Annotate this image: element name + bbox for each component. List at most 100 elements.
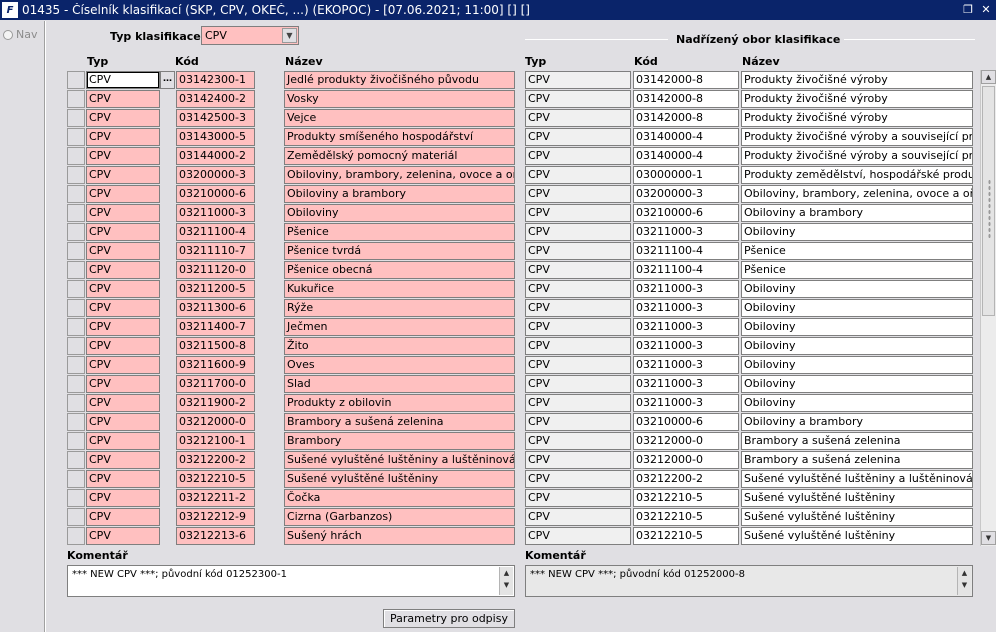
cell-nazev[interactable]: Obiloviny, brambory, zelenina, ovoce a o… <box>284 166 515 184</box>
table-row[interactable]: CPV 03144000-2 Zemědělský pomocný materiál… <box>0 147 996 166</box>
scroll-up-icon[interactable]: ▲ <box>981 70 996 84</box>
cell-typ[interactable]: CPV <box>86 337 160 355</box>
cell-kod[interactable]: 03211110-7 <box>176 242 255 260</box>
cell-kod[interactable]: 03211400-7 <box>176 318 255 336</box>
table-row[interactable]: CPV 03142300-1 Jedlé produkty živočišného … <box>0 71 996 90</box>
table-row[interactable]: CPV 03211110-7 Pšenice tvrdá CPV 03211100-4 P… <box>0 242 996 261</box>
cell-nazev[interactable]: Čočka <box>284 489 515 507</box>
scroll-down-icon[interactable]: ▼ <box>981 531 996 545</box>
cell-typ[interactable]: CPV <box>86 356 160 374</box>
scroll-thumb[interactable] <box>982 86 995 316</box>
cell-nazev[interactable]: Kukuřice <box>284 280 515 298</box>
cell-typ[interactable]: CPV <box>86 299 160 317</box>
table-row[interactable]: CPV 03211400-7 Ječmen CPV 03211000-3 Obilovin… <box>0 318 996 337</box>
table-scrollbar[interactable]: ▲ ▼ <box>980 70 996 546</box>
cell-nazev[interactable]: Pšenice tvrdá <box>284 242 515 260</box>
cell-kod[interactable]: 03200000-3 <box>176 166 255 184</box>
table-row[interactable]: CPV 03211100-4 Pšenice CPV 03211000-3 Obilovi… <box>0 223 996 242</box>
cell-nazev[interactable]: Obiloviny <box>284 204 515 222</box>
table-row[interactable]: CPV 03142500-3 Vejce CPV 03142000-8 Produkty … <box>0 109 996 128</box>
row-selector[interactable] <box>67 242 85 260</box>
cell-nazev[interactable]: Žito <box>284 337 515 355</box>
table-row[interactable]: CPV 03212200-2 Sušené vyluštěné luštěniny … <box>0 451 996 470</box>
cell-kod[interactable]: 03211900-2 <box>176 394 255 412</box>
cell-nazev[interactable]: Ječmen <box>284 318 515 336</box>
cell-typ[interactable]: CPV <box>86 147 160 165</box>
cell-nazev[interactable]: Sušené vyluštěné luštěniny <box>284 470 515 488</box>
table-row[interactable]: CPV 03211700-0 Slad CPV 03211000-3 Obiloviny <box>0 375 996 394</box>
row-selector[interactable] <box>67 508 85 526</box>
cell-nazev[interactable]: Pšenice obecná <box>284 261 515 279</box>
cell-typ[interactable]: CPV <box>86 71 160 89</box>
cell-nazev[interactable]: Obiloviny a brambory <box>284 185 515 203</box>
cell-nazev[interactable]: Slad <box>284 375 515 393</box>
cell-nazev[interactable]: Sušený hrách <box>284 527 515 545</box>
cell-nazev[interactable]: Sušené vyluštěné luštěniny a luštěninová… <box>284 451 515 469</box>
row-selector[interactable] <box>67 299 85 317</box>
cell-typ[interactable]: CPV <box>86 413 160 431</box>
table-row[interactable]: CPV 03211200-5 Kukuřice CPV 03211000-3 Obilov… <box>0 280 996 299</box>
cell-nazev[interactable]: Cizrna (Garbanzos) <box>284 508 515 526</box>
cell-typ[interactable]: CPV <box>86 280 160 298</box>
table-row[interactable]: CPV 03212212-9 Cizrna (Garbanzos) CPV 032122… <box>0 508 996 527</box>
cell-nazev[interactable]: Jedlé produkty živočišného původu <box>284 71 515 89</box>
nav-radio[interactable]: Nav <box>3 28 37 41</box>
cell-kod[interactable]: 03212211-2 <box>176 489 255 507</box>
cell-typ[interactable]: CPV <box>86 508 160 526</box>
row-selector[interactable] <box>67 223 85 241</box>
table-row[interactable]: CPV 03212000-0 Brambory a sušená zelenina C… <box>0 413 996 432</box>
cell-kod[interactable]: 03211700-0 <box>176 375 255 393</box>
cell-typ[interactable]: CPV <box>86 451 160 469</box>
cell-typ[interactable]: CPV <box>86 166 160 184</box>
cell-kod[interactable]: 03142300-1 <box>176 71 255 89</box>
cell-nazev[interactable]: Brambory a sušená zelenina <box>284 413 515 431</box>
restore-icon[interactable]: ❐ <box>960 3 976 17</box>
table-row[interactable]: CPV 03142400-2 Vosky CPV 03142000-8 Produkty … <box>0 90 996 109</box>
cell-kod[interactable]: 03212210-5 <box>176 470 255 488</box>
cell-typ[interactable]: CPV <box>86 432 160 450</box>
cell-typ[interactable]: CPV <box>86 90 160 108</box>
row-selector[interactable] <box>67 204 85 222</box>
row-selector[interactable] <box>67 489 85 507</box>
row-selector[interactable] <box>67 318 85 336</box>
table-row[interactable]: CPV 03211300-6 Rýže CPV 03211000-3 Obiloviny <box>0 299 996 318</box>
cell-typ[interactable]: CPV <box>86 470 160 488</box>
row-selector[interactable] <box>67 470 85 488</box>
cell-typ[interactable]: CPV <box>86 489 160 507</box>
row-selector[interactable] <box>67 128 85 146</box>
cell-typ[interactable]: CPV <box>86 128 160 146</box>
row-selector[interactable] <box>67 413 85 431</box>
cell-typ[interactable]: CPV <box>86 318 160 336</box>
table-row[interactable]: CPV 03211120-0 Pšenice obecná CPV 03211100-4… <box>0 261 996 280</box>
table-row[interactable]: CPV 03211600-9 Oves CPV 03211000-3 Obiloviny <box>0 356 996 375</box>
row-selector[interactable] <box>67 280 85 298</box>
cell-kod[interactable]: 03211120-0 <box>176 261 255 279</box>
table-row[interactable]: CPV 03212100-1 Brambory CPV 03212000-0 Brambo… <box>0 432 996 451</box>
table-row[interactable]: CPV 03212211-2 Čočka CPV 03212210-5 Sušené vy… <box>0 489 996 508</box>
row-selector[interactable] <box>67 166 85 184</box>
cell-nazev[interactable]: Oves <box>284 356 515 374</box>
table-row[interactable]: CPV 03211900-2 Produkty z obilovin CPV 03211… <box>0 394 996 413</box>
depreciation-params-button[interactable]: Parametry pro odpisy <box>383 609 515 628</box>
cell-kod[interactable]: 03212000-0 <box>176 413 255 431</box>
row-selector[interactable] <box>67 90 85 108</box>
row-selector[interactable] <box>67 337 85 355</box>
cell-typ[interactable]: CPV <box>86 223 160 241</box>
cell-typ[interactable]: CPV <box>86 375 160 393</box>
cell-kod[interactable]: 03142400-2 <box>176 90 255 108</box>
table-row[interactable]: CPV 03212213-6 Sušený hrách CPV 03212210-5 Su… <box>0 527 996 546</box>
cell-typ[interactable]: CPV <box>86 185 160 203</box>
cell-nazev[interactable]: Zemědělský pomocný materiál <box>284 147 515 165</box>
cell-kod[interactable]: 03144000-2 <box>176 147 255 165</box>
table-row[interactable]: CPV 03211500-8 Žito CPV 03211000-3 Obiloviny <box>0 337 996 356</box>
cell-kod[interactable]: 03212100-1 <box>176 432 255 450</box>
cell-kod[interactable]: 03142500-3 <box>176 109 255 127</box>
row-selector[interactable] <box>67 356 85 374</box>
cell-kod[interactable]: 03211000-3 <box>176 204 255 222</box>
row-selector[interactable] <box>67 451 85 469</box>
lookup-ellipsis-icon[interactable]: … <box>160 71 175 89</box>
cell-kod[interactable]: 03212213-6 <box>176 527 255 545</box>
cell-typ[interactable]: CPV <box>86 204 160 222</box>
cell-kod[interactable]: 03211600-9 <box>176 356 255 374</box>
row-selector[interactable] <box>67 527 85 545</box>
